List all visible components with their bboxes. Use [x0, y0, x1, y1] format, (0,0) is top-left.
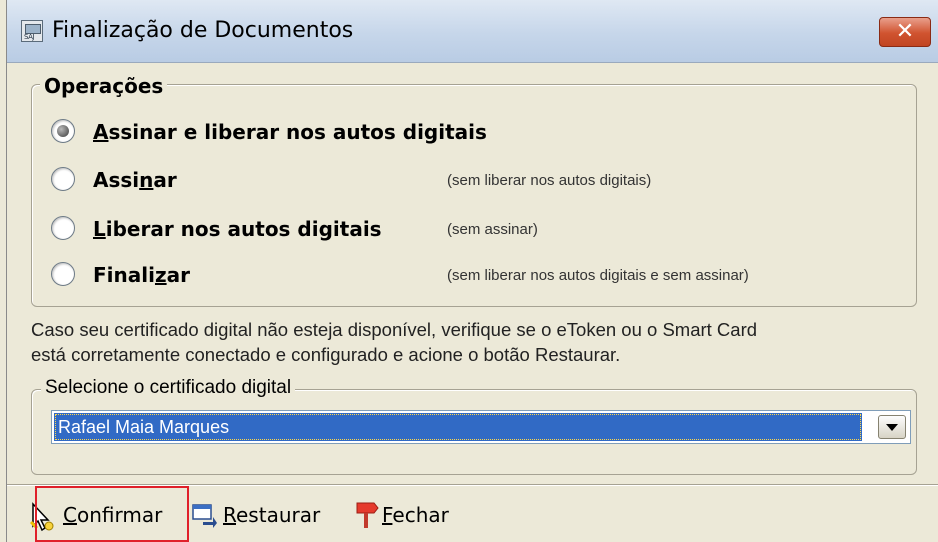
app-icon: SAJ [21, 20, 43, 42]
option-assinar-liberar[interactable]: Assinar e liberar nos autos digitais [51, 117, 911, 147]
title-bar[interactable]: SAJ Finalização de Documentos ✕ [7, 0, 938, 63]
close-label: Fechar [382, 503, 449, 527]
certificate-legend: Selecione o certificado digital [41, 377, 296, 399]
app-icon-label: SAJ [24, 33, 34, 41]
option-finalizar[interactable]: Finalizar (sem liberar nos autos digitai… [51, 260, 911, 290]
operations-legend: Operações [40, 74, 168, 98]
certificate-selected-value[interactable]: Rafael Maia Marques [54, 413, 862, 441]
radio-finalizar[interactable] [51, 262, 75, 286]
option-label: Assinar [93, 168, 177, 192]
option-liberar[interactable]: Liberar nos autos digitais (sem assinar) [51, 214, 911, 244]
exit-sign-icon [356, 502, 379, 528]
restore-icon [192, 504, 217, 528]
option-label: Assinar e liberar nos autos digitais [93, 120, 487, 144]
window-title: Finalização de Documentos [52, 18, 354, 43]
radio-assinar[interactable] [51, 167, 75, 191]
chevron-down-icon[interactable] [878, 415, 906, 439]
option-hint: (sem liberar nos autos digitais e sem as… [447, 267, 749, 284]
info-line-1: Caso seu certificado digital não esteja … [31, 319, 758, 340]
option-hint: (sem liberar nos autos digitais) [447, 172, 652, 189]
certificate-info-text: Caso seu certificado digital não esteja … [31, 317, 931, 367]
option-assinar[interactable]: Assinar (sem liberar nos autos digitais) [51, 165, 911, 195]
close-button[interactable]: Fechar [352, 494, 472, 534]
restore-button[interactable]: Restaurar [187, 494, 347, 534]
radio-assinar-liberar[interactable] [51, 119, 75, 143]
info-line-2: está corretamente conectado e configurad… [31, 344, 621, 365]
toolbar-separator [7, 484, 938, 485]
finalizacao-dialog: SAJ Finalização de Documentos ✕ Operaçõe… [6, 0, 938, 542]
close-icon[interactable]: ✕ [879, 17, 931, 47]
option-label: Finalizar [93, 263, 190, 287]
confirm-highlight-box [35, 486, 189, 542]
restore-label: Restaurar [223, 503, 321, 527]
option-label: Liberar nos autos digitais [93, 217, 382, 241]
certificate-select[interactable]: Rafael Maia Marques [51, 410, 911, 444]
radio-liberar[interactable] [51, 216, 75, 240]
option-hint: (sem assinar) [447, 221, 538, 238]
